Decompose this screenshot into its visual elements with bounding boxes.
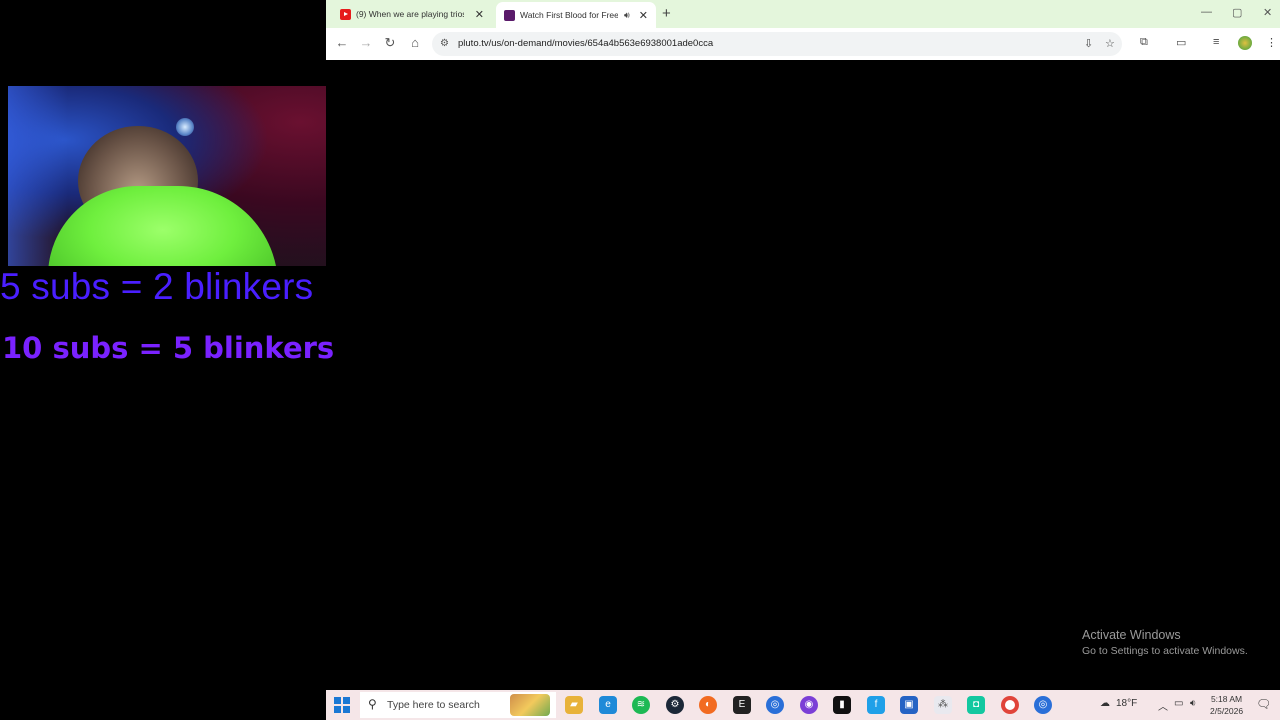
epic-games-icon[interactable]: E <box>733 696 751 714</box>
activate-windows-watermark: Activate Windows Go to Settings to activ… <box>1082 628 1248 657</box>
search-placeholder: Type here to search <box>387 699 480 711</box>
address-bar[interactable]: ⚙ pluto.tv/us/on-demand/movies/654a4b563… <box>432 32 1122 56</box>
bookmark-star-icon[interactable]: ☆ <box>1105 37 1115 50</box>
youtube-icon <box>340 8 351 20</box>
clock-date: 2/5/2026 <box>1210 706 1244 716</box>
close-window-button[interactable]: ✕ <box>1263 6 1272 19</box>
side-panel-icon[interactable]: ▭ <box>1176 36 1186 49</box>
edge-icon[interactable]: e <box>599 696 617 714</box>
profile-avatar[interactable] <box>1238 36 1252 50</box>
search-icon: ⚲ <box>368 697 377 711</box>
weather-cloud-icon[interactable]: ☁ <box>1100 698 1110 709</box>
app-orange-icon[interactable]: ◐ <box>699 696 717 714</box>
overlay-sub-goal-1: 5 subs = 2 blinkers <box>0 266 314 307</box>
watermark-title: Activate Windows <box>1082 628 1181 642</box>
system-clock[interactable]: 5:18 AM 2/5/2026 <box>1210 693 1243 717</box>
app-grid-icon[interactable]: ⁂ <box>934 696 952 714</box>
site-info-icon[interactable]: ⚙ <box>440 38 449 49</box>
browser-toolbar: ← → ↻ ⌂ ⚙ pluto.tv/us/on-demand/movies/6… <box>326 28 1280 60</box>
webcam-feed <box>8 86 326 266</box>
url-text[interactable]: pluto.tv/us/on-demand/movies/654a4b563e6… <box>458 38 713 49</box>
clock-time: 5:18 AM <box>1210 694 1243 704</box>
network-icon[interactable]: ▭ <box>1174 698 1183 709</box>
new-tab-button[interactable]: + <box>662 5 671 22</box>
store-icon[interactable]: ▣ <box>900 696 918 714</box>
back-arrow-icon[interactable]: ← <box>334 35 350 50</box>
close-icon[interactable]: ✕ <box>639 9 648 22</box>
forward-arrow-icon[interactable]: → <box>358 35 374 50</box>
reading-list-icon[interactable]: ≡ <box>1213 36 1219 48</box>
extensions-icon[interactable]: ⧉ <box>1140 36 1148 49</box>
volume-icon[interactable]: 🔉︎ <box>1190 698 1196 709</box>
tab-youtube[interactable]: (9) When we are playing trios... ✕ <box>332 2 492 26</box>
tab-pluto[interactable]: Watch First Blood for Free O 🔊︎ ✕ <box>496 2 656 28</box>
tab-title: Watch First Blood for Free O <box>520 10 618 20</box>
file-explorer-icon[interactable]: ▰ <box>565 696 583 714</box>
webcam-lamp <box>176 118 194 136</box>
watermark-subtitle: Go to Settings to activate Windows. <box>1082 645 1248 657</box>
overlay-sub-goal-2: 10 subs = 5 blinkers <box>2 331 335 365</box>
desktop: 5 subs = 2 blinkers 10 subs = 5 blinkers… <box>0 0 1280 720</box>
taskbar-search[interactable]: ⚲ Type here to search <box>360 692 556 718</box>
steam-icon[interactable]: ⚙ <box>666 696 684 714</box>
chrome-icon[interactable] <box>1001 696 1019 714</box>
app-f-icon[interactable]: f <box>867 696 885 714</box>
app-blue-icon[interactable]: ◎ <box>766 696 784 714</box>
install-app-icon[interactable]: ⇩ <box>1084 37 1093 50</box>
app-purple-icon[interactable]: ◉ <box>800 696 818 714</box>
tab-title: (9) When we are playing trios... <box>356 9 464 19</box>
spotify-icon[interactable]: ≋ <box>632 696 650 714</box>
speaker-icon[interactable]: 🔊︎ <box>624 10 630 21</box>
app-teal-icon[interactable]: ◘ <box>967 696 985 714</box>
home-icon[interactable]: ⌂ <box>407 35 423 50</box>
minimize-button[interactable]: — <box>1201 6 1212 18</box>
close-icon[interactable]: ✕ <box>475 8 484 21</box>
windows-start-icon[interactable] <box>334 697 350 713</box>
menu-kebab-icon[interactable]: ⋮ <box>1266 36 1277 49</box>
search-highlight-icon <box>510 694 550 716</box>
weather-temp[interactable]: 18°F <box>1116 698 1137 709</box>
chevron-up-icon[interactable]: ︿ <box>1158 698 1168 713</box>
app-blue-2-icon[interactable]: ◎ <box>1034 696 1052 714</box>
reload-icon[interactable]: ↻ <box>382 35 398 51</box>
pluto-icon <box>504 9 515 21</box>
audio-app-icon[interactable]: ▮ <box>833 696 851 714</box>
taskbar: ⚲ Type here to search ▰ e ≋ ⚙ ◐ E ◎ ◉ ▮ … <box>326 690 1280 720</box>
tab-strip: (9) When we are playing trios... ✕ Watch… <box>326 0 1280 28</box>
notification-icon[interactable]: 🗨︎ <box>1256 697 1271 711</box>
maximize-button[interactable]: ▢ <box>1232 6 1242 19</box>
browser-window: (9) When we are playing trios... ✕ Watch… <box>326 0 1280 60</box>
